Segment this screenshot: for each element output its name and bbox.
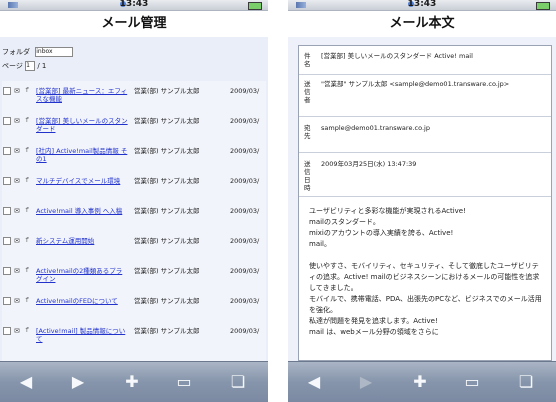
mail-list-screen: 13:43 メール管理 フォルダ inbox ページ 1 / 1 ✉ ｆ [営業部]… xyxy=(0,0,268,402)
envelope-icon: ✉ xyxy=(14,267,20,275)
header-divider xyxy=(299,74,551,75)
date-text: 2009/03/ xyxy=(230,297,260,305)
row-checkbox[interactable] xyxy=(3,207,11,215)
date-text: 2009/03/ xyxy=(230,207,260,215)
add-icon[interactable]: ✚ xyxy=(120,370,144,394)
flag-icon: ｆ xyxy=(24,297,31,304)
flag-icon: ｆ xyxy=(24,237,31,244)
row-checkbox[interactable] xyxy=(3,237,11,245)
mail-body-area: 件名 [営業部] 美しいメールのスタンダード Active! mail 送信者 … xyxy=(288,37,556,361)
page-row: ページ 1 / 1 xyxy=(2,61,46,71)
envelope-icon: ✉ xyxy=(14,177,20,185)
sender-text: 営業(部) サンプル太郎 xyxy=(134,117,200,125)
forward-icon: ▶ xyxy=(359,372,373,391)
subject-link[interactable]: [営業部] 美しいメールのスタンダード xyxy=(36,117,128,133)
flag-icon: ｆ xyxy=(24,327,31,334)
folder-row: フォルダ inbox xyxy=(2,47,74,57)
status-bar: 13:43 xyxy=(0,0,268,11)
flag-icon: ｆ xyxy=(24,147,31,154)
sender-text: 営業(部) サンプル太郎 xyxy=(134,177,200,185)
pages-icon[interactable]: ❏ xyxy=(226,370,250,394)
header-divider xyxy=(299,116,551,117)
row-checkbox[interactable] xyxy=(3,117,11,125)
date-text: 2009/03/ xyxy=(230,267,260,275)
flag-icon: ｆ xyxy=(24,177,31,184)
flag-icon: ｆ xyxy=(24,87,31,94)
subject-link[interactable]: [社内] Active!mail製品情報 その1 xyxy=(36,147,128,163)
status-time: 13:43 xyxy=(119,0,149,9)
flag-icon: ｆ xyxy=(24,267,31,274)
sender-text: 営業(部) サンプル太郎 xyxy=(134,87,200,95)
envelope-icon: ✉ xyxy=(14,147,20,155)
battery-icon xyxy=(536,2,550,10)
bookmarks-icon[interactable]: ▭ xyxy=(172,370,196,394)
forward-icon[interactable]: ▶ xyxy=(66,370,90,394)
subject-link[interactable]: Active!mailのFEDについて xyxy=(36,297,128,305)
date-text: 2009/03/ xyxy=(230,147,260,155)
row-checkbox[interactable] xyxy=(3,177,11,185)
header-divider xyxy=(299,196,551,197)
message-list: ✉ ｆ [営業部] 最新ニュース：エフィスな機能 営業(部) サンプル太郎 2009/0… xyxy=(2,81,266,361)
row-checkbox[interactable] xyxy=(3,147,11,155)
add-icon[interactable]: ✚ xyxy=(408,370,432,394)
sender-text: 営業(部) サンプル太郎 xyxy=(134,327,200,335)
envelope-icon: ✉ xyxy=(14,87,20,95)
page-title: メール本文 xyxy=(288,11,556,37)
row-checkbox[interactable] xyxy=(3,327,11,335)
envelope-icon: ✉ xyxy=(14,237,20,245)
flag-icon: ｆ xyxy=(24,117,31,124)
subject-link[interactable]: Active!mail 導入事例 へ入稿 xyxy=(36,207,128,215)
header-divider xyxy=(299,152,551,153)
back-icon[interactable]: ◀ xyxy=(302,370,326,394)
envelope-icon: ✉ xyxy=(14,297,20,305)
envelope-icon: ✉ xyxy=(14,207,20,215)
flag-icon: ｆ xyxy=(24,207,31,214)
pages-icon[interactable]: ❏ xyxy=(514,370,538,394)
sender-text: 営業(部) サンプル太郎 xyxy=(134,207,200,215)
envelope-icon: ✉ xyxy=(14,327,20,335)
status-bar: 13:43 xyxy=(288,0,556,11)
subject-link[interactable]: Active!mailの2種類あるプラグイン xyxy=(36,267,128,283)
row-checkbox[interactable] xyxy=(3,267,11,275)
page-label: ページ xyxy=(2,62,23,70)
date-text: 2009/03/ xyxy=(230,87,260,95)
date-text: 2009/03/ xyxy=(230,177,260,185)
page-total: / 1 xyxy=(37,62,47,70)
browser-toolbar: ◀ ▶ ✚ ▭ ❏ xyxy=(0,361,268,402)
date-text: 2009/03/ xyxy=(230,117,260,125)
sender-text: 営業(部) サンプル太郎 xyxy=(134,267,200,275)
page-input[interactable]: 1 xyxy=(25,61,36,71)
subject-link[interactable]: [Active!mail] 製品情報について xyxy=(36,327,128,343)
mail-list-area: フォルダ inbox ページ 1 / 1 ✉ ｆ [営業部] 最新ニュース：エフィス… xyxy=(0,37,268,361)
browser-toolbar: ◀ ▶ ✚ ▭ ❏ xyxy=(288,361,556,402)
subject-link[interactable]: マルチデバイスでメール環境 xyxy=(36,177,128,185)
mail-body-screen: 13:43 メール本文 件名 [営業部] 美しいメールのスタンダード Activ… xyxy=(288,0,556,402)
subject-link[interactable]: 新システム運用開始 xyxy=(36,237,128,245)
envelope-icon: ✉ xyxy=(14,117,20,125)
message-body: ユーザビリティと多彩な機能が実現されるActive! mailのスタンダード。 … xyxy=(309,207,542,336)
page-title: メール管理 xyxy=(0,11,268,37)
sender-text: 営業(部) サンプル太郎 xyxy=(134,237,200,245)
row-checkbox[interactable] xyxy=(3,297,11,305)
battery-icon xyxy=(248,2,262,10)
message-panel: 件名 [営業部] 美しいメールのスタンダード Active! mail 送信者 … xyxy=(298,45,552,361)
bookmarks-icon[interactable]: ▭ xyxy=(460,370,484,394)
status-time: 13:43 xyxy=(407,0,437,9)
date-text: 2009/03/ xyxy=(230,327,260,335)
row-checkbox[interactable] xyxy=(3,87,11,95)
subject-link[interactable]: [営業部] 最新ニュース：エフィスな機能 xyxy=(36,87,128,103)
folder-label: フォルダ xyxy=(2,48,30,56)
sender-text: 営業(部) サンプル太郎 xyxy=(134,297,200,305)
sender-text: 営業(部) サンプル太郎 xyxy=(134,147,200,155)
date-text: 2009/03/ xyxy=(230,237,260,245)
back-icon[interactable]: ◀ xyxy=(14,370,38,394)
folder-select[interactable]: inbox xyxy=(35,47,74,57)
